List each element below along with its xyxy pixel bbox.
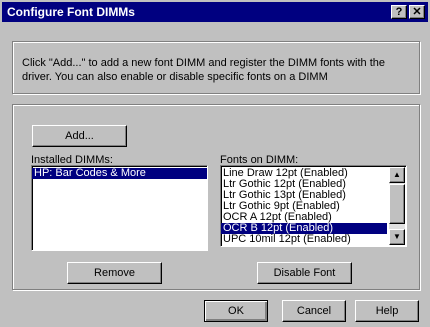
cancel-button[interactable]: Cancel bbox=[282, 300, 346, 322]
ok-button[interactable]: OK bbox=[204, 300, 268, 322]
close-icon[interactable]: ✕ bbox=[409, 5, 425, 19]
installed-dimms-list[interactable]: HP: Bar Codes & More bbox=[31, 165, 208, 251]
dialog-title: Configure Font DIMMs bbox=[7, 5, 135, 19]
scroll-thumb[interactable] bbox=[389, 184, 405, 224]
fonts-on-dimm-list[interactable]: Line Draw 12pt (Enabled) Ltr Gothic 12pt … bbox=[220, 165, 407, 247]
remove-button[interactable]: Remove bbox=[67, 262, 162, 284]
scroll-up-icon[interactable]: ▲ bbox=[389, 167, 405, 183]
help-icon[interactable]: ? bbox=[391, 5, 407, 19]
description-text: Click "Add..." to add a new font DIMM an… bbox=[22, 57, 386, 83]
dialog-window: Configure Font DIMMs ? ✕ Click "Add..." … bbox=[0, 0, 430, 327]
scroll-down-icon[interactable]: ▼ bbox=[389, 229, 405, 245]
fonts-scrollbar[interactable]: ▲ ▼ bbox=[389, 167, 405, 245]
help-button[interactable]: Help bbox=[355, 300, 419, 322]
add-button[interactable]: Add... bbox=[32, 125, 127, 147]
disable-font-button[interactable]: Disable Font bbox=[257, 262, 352, 284]
title-bar[interactable]: Configure Font DIMMs ? ✕ bbox=[2, 2, 428, 22]
list-item[interactable]: UPC 10mil 12pt (Enabled) bbox=[221, 234, 387, 245]
list-item[interactable]: HP: Bar Codes & More bbox=[32, 168, 207, 179]
